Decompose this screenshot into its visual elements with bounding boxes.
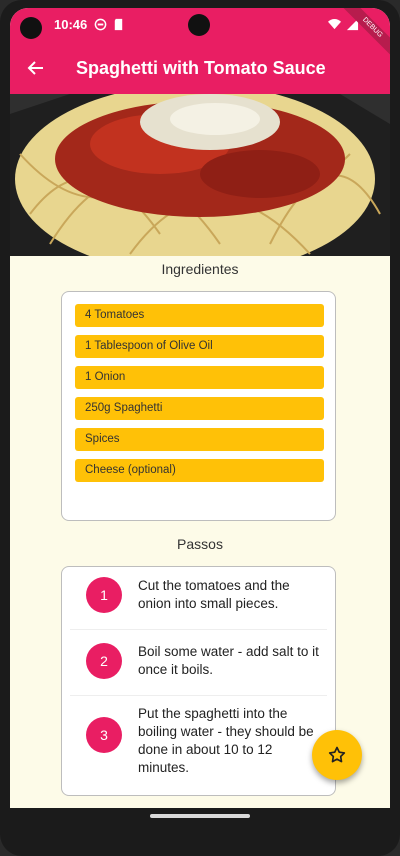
back-button[interactable]	[22, 54, 50, 82]
star-outline-icon	[328, 746, 346, 763]
step-item: 3 Put the spaghetti into the boiling wat…	[62, 699, 335, 789]
navigation-bar	[10, 808, 390, 830]
arrow-back-icon	[27, 61, 43, 75]
home-indicator[interactable]	[150, 814, 250, 818]
ingredient-item: Cheese (optional)	[75, 459, 324, 482]
app-screen: 10:46 DEBUG Spaghetti with Tomato Sauce	[10, 8, 390, 808]
top-bar: 10:46 DEBUG Spaghetti with Tomato Sauce	[10, 8, 390, 94]
status-bar: 10:46 DEBUG	[10, 8, 390, 61]
step-number-badge: 1	[86, 577, 122, 613]
favorite-button[interactable]	[312, 730, 362, 780]
step-number-badge: 3	[86, 717, 122, 753]
ingredient-item: 250g Spaghetti	[75, 397, 324, 420]
step-item: 1 Cut the tomatoes and the onion into sm…	[62, 567, 335, 627]
steps-card: 1 Cut the tomatoes and the onion into sm…	[61, 566, 336, 796]
step-text: Put the spaghetti into the boiling water…	[138, 706, 314, 775]
status-time: 10:46	[54, 17, 88, 32]
ingredients-list: 4 Tomatoes 1 Tablespoon of Olive Oil 1 O…	[75, 304, 324, 490]
ingredients-title: Ingredientes	[161, 261, 239, 277]
step-number-badge: 2	[86, 643, 122, 679]
page-title: Spaghetti with Tomato Sauce	[76, 58, 326, 78]
app-bar: Spaghetti with Tomato Sauce	[10, 42, 390, 94]
divider	[70, 629, 327, 630]
wifi-icon	[328, 19, 341, 30]
ingredients-card: 4 Tomatoes 1 Tablespoon of Olive Oil 1 O…	[61, 291, 336, 521]
ingredient-item: Spices	[75, 428, 324, 451]
camera-cutout	[20, 17, 42, 39]
front-camera	[188, 14, 210, 36]
ingredient-item: 1 Tablespoon of Olive Oil	[75, 335, 324, 358]
step-text: Boil some water - add salt to it once it…	[138, 644, 319, 677]
device-frame: 10:46 DEBUG Spaghetti with Tomato Sauce	[0, 0, 400, 856]
step-item: 2 Boil some water - add salt to it once …	[62, 633, 335, 693]
sd-card-icon	[114, 18, 123, 31]
recipe-image	[10, 94, 390, 256]
sync-icon	[94, 18, 107, 31]
step-text: Cut the tomatoes and the onion into smal…	[138, 578, 290, 611]
ingredient-item: 1 Onion	[75, 366, 324, 389]
ingredient-item: 4 Tomatoes	[75, 304, 324, 327]
divider	[70, 695, 327, 696]
steps-title: Passos	[177, 536, 223, 552]
